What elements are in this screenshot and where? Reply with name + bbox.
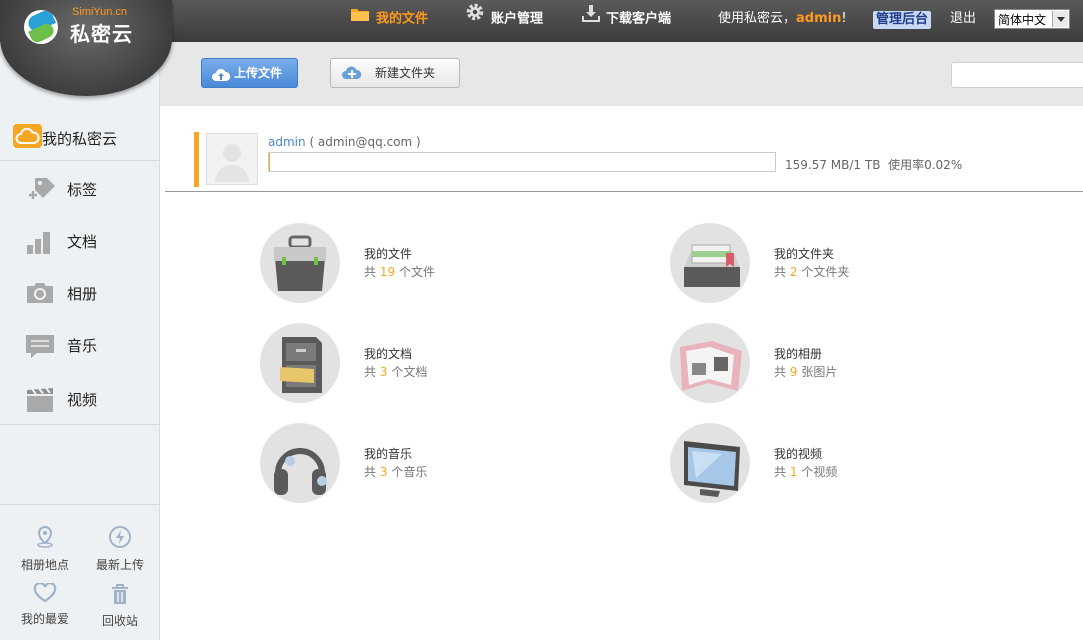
sidebar-item-label: 标签 [67,179,97,200]
welcome-text: 使用私密云，admin! [718,0,847,40]
card-my-documents[interactable]: 我的文档 共 3 个文档 [260,323,560,405]
new-folder-button[interactable]: 新建文件夹 [330,58,460,88]
card-my-files[interactable]: 我的文件 共 19 个文件 [260,223,560,305]
sidebar-item-label: 音乐 [67,335,97,356]
profile-name: admin ( admin@qq.com ) [268,135,421,149]
message-icon [25,332,55,363]
storage-usage-text: 159.57 MB/1 TB 使用率0.02% [785,156,962,173]
sidebar: 我的私密云 标签 文档 相册 音乐 视频 相册地点 [0,42,160,640]
file-cabinet-icon [260,323,340,403]
trash-icon [85,583,155,608]
avatar[interactable] [206,133,258,185]
sidebar-divider [0,424,159,425]
location-pin-icon [10,525,80,552]
card-title: 我的文件夹 [774,245,834,262]
monitor-icon [670,423,750,503]
nav-label: 我的文件 [376,12,428,27]
storage-usage-percent: 使用率0.02% [888,158,962,172]
folder-icon [350,0,370,38]
card-my-photos[interactable]: 我的相册 共 9 张图片 [670,323,970,405]
cloud-icon [13,124,42,148]
sidebar-item-video[interactable]: 视频 [0,374,159,426]
card-subtitle: 共 19 个文件 [364,263,435,280]
card-subtitle: 共 9 张图片 [774,363,837,380]
shortcut-favorites[interactable]: 我的最爱 [10,583,80,627]
cloud-add-icon [341,64,363,92]
sidebar-shortcuts: 相册地点 最新上传 我的最爱 回收站 [0,504,159,641]
shortcut-photo-locations[interactable]: 相册地点 [10,525,80,573]
card-title: 我的文件 [364,245,412,262]
card-count: 3 [380,365,388,379]
language-select[interactable]: 简体中文 [994,9,1070,29]
cloud-upload-icon [211,65,231,93]
welcome-username[interactable]: admin [796,11,841,26]
sidebar-item-tags[interactable]: 标签 [0,164,159,216]
storage-progress-bar [268,152,776,172]
card-my-videos[interactable]: 我的视频 共 1 个视频 [670,423,970,505]
photo-album-icon [670,323,750,403]
shortcut-recycle-bin[interactable]: 回收站 [85,583,155,629]
card-count: 9 [790,365,798,379]
nav-label: 账户管理 [491,12,543,27]
card-subtitle: 共 1 个视频 [774,463,837,480]
sidebar-item-label: 视频 [67,389,97,410]
sidebar-item-music[interactable]: 音乐 [0,320,159,372]
download-icon [582,0,600,38]
profile-email: ( admin@qq.com ) [309,135,420,149]
card-my-music[interactable]: 我的音乐 共 3 个音乐 [260,423,560,505]
clapperboard-icon [25,386,55,417]
search-input[interactable] [951,62,1083,88]
logo-mark-icon [24,10,58,44]
card-title: 我的视频 [774,445,822,462]
lightning-icon [85,525,155,552]
storage-used: 159.57 MB/1 TB [785,158,880,172]
shortcut-recent-uploads[interactable]: 最新上传 [85,525,155,573]
user-silhouette-icon [207,134,257,184]
accent-bar [194,132,199,187]
toolbar: 上传文件 新建文件夹 [160,42,1083,106]
logo-text-cn: 私密云 [70,18,133,47]
logo-text-en: SimiYun.cn [72,6,127,18]
nav-download-client[interactable]: 下载客户端 [582,0,671,40]
admin-panel-button[interactable]: 管理后台 [873,11,931,29]
heart-icon [10,583,80,606]
card-count: 3 [380,465,388,479]
headphones-icon [260,423,340,503]
camera-icon [25,280,55,309]
card-count: 2 [790,265,798,279]
card-count: 1 [790,465,798,479]
chevron-down-icon [1052,11,1068,27]
card-title: 我的相册 [774,345,822,362]
logout-link[interactable]: 退出 [950,0,976,38]
card-title: 我的文档 [364,345,412,362]
card-title: 我的音乐 [364,445,412,462]
card-count: 19 [380,265,395,279]
upload-file-button[interactable]: 上传文件 [201,58,298,88]
nav-label: 下载客户端 [606,12,671,27]
briefcase-icon [260,223,340,303]
document-chart-icon [25,228,55,259]
sidebar-item-label: 文档 [67,231,97,252]
sidebar-head-label: 我的私密云 [42,128,117,149]
section-divider [165,191,1083,192]
card-my-folders[interactable]: 我的文件夹 共 2 个文件夹 [670,223,970,305]
file-tray-icon [670,223,750,303]
sidebar-item-my-cloud[interactable]: 我的私密云 [0,120,159,161]
gear-icon [465,0,485,38]
card-subtitle: 共 2 个文件夹 [774,263,849,280]
profile-username[interactable]: admin [268,135,306,149]
sidebar-item-photos[interactable]: 相册 [0,268,159,320]
sidebar-item-documents[interactable]: 文档 [0,216,159,268]
card-subtitle: 共 3 个音乐 [364,463,427,480]
sidebar-item-label: 相册 [67,283,97,304]
tag-icon [25,176,57,207]
nav-account[interactable]: 账户管理 [465,0,543,40]
card-subtitle: 共 3 个文档 [364,363,427,380]
nav-my-files[interactable]: 我的文件 [350,0,428,40]
